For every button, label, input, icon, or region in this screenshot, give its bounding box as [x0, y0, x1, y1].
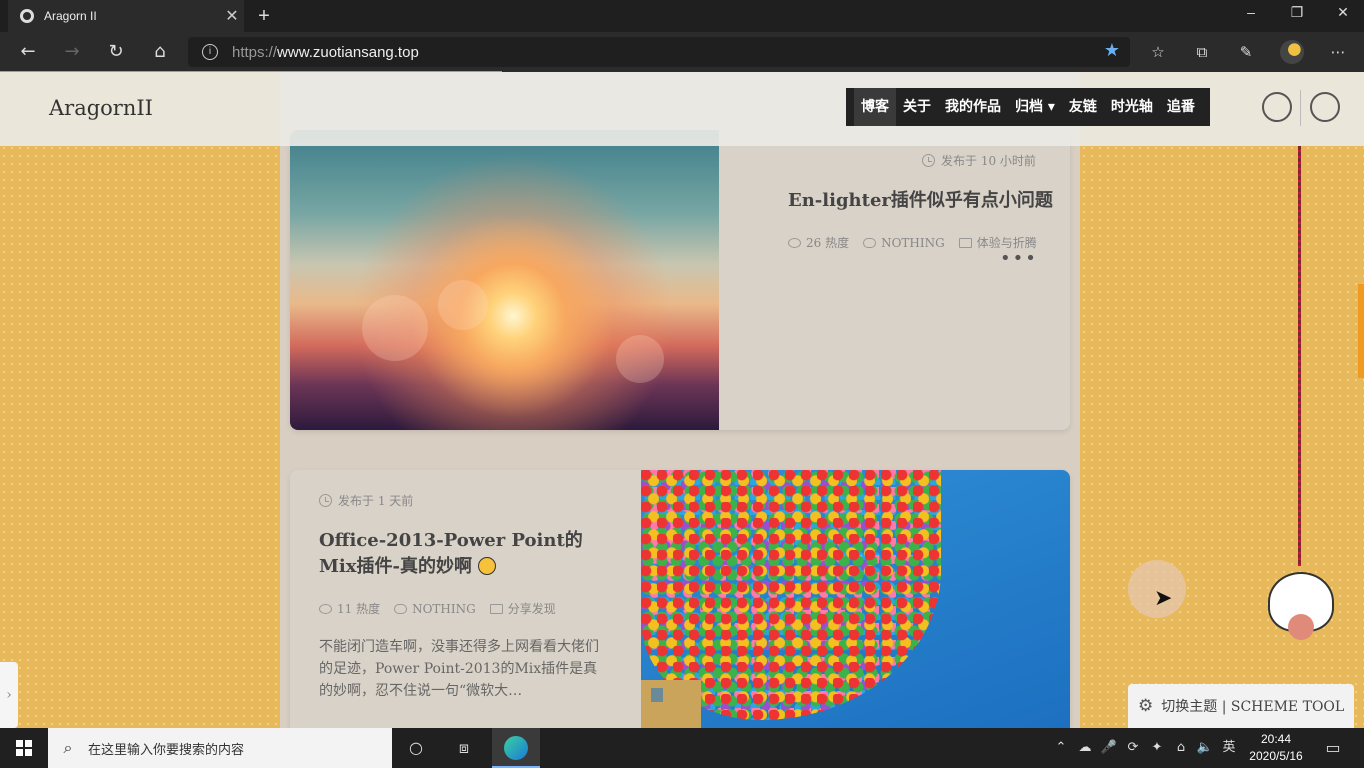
refresh-button[interactable]: ↻ [100, 38, 132, 66]
post-category[interactable]: 分享发现 [508, 600, 556, 617]
mouse-cursor-icon: ➤ [1154, 586, 1173, 611]
tray-expand-icon[interactable]: ⌃ [1052, 728, 1070, 768]
hanging-rope [1298, 146, 1301, 566]
more-dots-icon[interactable]: ••• [1000, 248, 1038, 269]
sidebar-toggle-button[interactable]: › [0, 662, 18, 728]
task-view-icon[interactable]: ⧈ [440, 728, 488, 768]
post-date-text: 发布于 10 小时前 [941, 154, 1036, 168]
post-card[interactable]: 发布于 1 天前 Office-2013-Power Point的Mix插件-真… [290, 470, 1070, 728]
minimize-button[interactable]: – [1228, 0, 1274, 32]
browser-tab[interactable]: Aragorn II ✕ [8, 0, 244, 32]
site-header: AragornII 博客 关于 我的作品 归档 ▾ 友链 时光轴 追番 [0, 72, 1364, 146]
post-comments[interactable]: NOTHING [412, 602, 476, 616]
windows-taskbar: ⌕ 在这里输入你要搜索的内容 ○ ⧈ ⌃ ☁ 🎤 ⟳ ✦ ⌂ 🔈 英 20:44… [0, 728, 1364, 768]
app-tray-icon[interactable]: ✦ [1146, 728, 1168, 768]
profile-avatar[interactable] [1280, 40, 1304, 64]
tab-close-button[interactable]: ✕ [220, 6, 244, 26]
user-icon[interactable] [1310, 92, 1340, 122]
post-meta: 11 热度 NOTHING 分享发现 [319, 600, 556, 617]
folder-icon [958, 237, 972, 248]
nav-archive[interactable]: 归档 ▾ [1008, 88, 1062, 126]
notification-icon[interactable]: ▭ [1318, 728, 1348, 768]
clock-time: 20:44 [1260, 732, 1292, 746]
clock-icon [319, 494, 332, 507]
favorite-star-icon[interactable]: ★ [1104, 40, 1120, 61]
taskbar-clock[interactable]: 20:44 2020/5/16 [1240, 731, 1312, 765]
main-nav: 博客 关于 我的作品 归档 ▾ 友链 时光轴 追番 [846, 88, 1210, 126]
browser-tab-bar: Aragorn II ✕ + – ❐ ✕ [0, 0, 1364, 32]
nav-works[interactable]: 我的作品 [938, 88, 1008, 126]
post-card[interactable]: 发布于 10 小时前 En-lighter插件似乎有点小问题 26 热度 NOT… [290, 130, 1070, 430]
microphone-icon[interactable]: 🎤 [1098, 728, 1120, 768]
eye-icon [319, 603, 332, 614]
nav-timeline[interactable]: 时光轴 [1104, 88, 1160, 126]
nav-anime[interactable]: 追番 [1160, 88, 1202, 126]
hanging-cat-ornament[interactable] [1268, 572, 1334, 640]
favorites-icon[interactable]: ☆ [1144, 38, 1172, 66]
comment-icon [394, 603, 408, 614]
scheme-tool-button[interactable]: ⚙ 切换主题 | SCHEME TOOL [1128, 684, 1354, 728]
site-info-icon[interactable]: i [202, 44, 218, 60]
ime-indicator[interactable]: 英 [1218, 728, 1240, 768]
more-options-icon[interactable]: ⋯ [1324, 38, 1352, 66]
cortana-icon[interactable]: ○ [392, 728, 440, 768]
nav-blog[interactable]: 博客 [854, 88, 896, 126]
address-bar[interactable]: i https:// www.zuotiansang.top ★ [188, 37, 1130, 67]
post-views: 11 热度 [337, 602, 381, 616]
search-icon: ⌕ [63, 738, 73, 757]
grinning-emoji-icon [478, 557, 497, 575]
post-date: 发布于 10 小时前 [922, 152, 1036, 169]
forward-button[interactable]: → [56, 38, 88, 66]
clock-icon [922, 154, 935, 167]
post-excerpt: 不能闭门造车啊，没事还得多上网看看大佬们的足迹，Power Point-2013… [319, 639, 599, 699]
new-tab-button[interactable]: + [252, 2, 276, 30]
start-button[interactable] [0, 728, 48, 768]
volume-icon[interactable]: 🔈 [1194, 728, 1216, 768]
scheme-tool-label: 切换主题 | SCHEME TOOL [1161, 699, 1345, 715]
folder-icon [489, 603, 503, 614]
edge-app-icon[interactable] [492, 728, 540, 768]
wifi-icon[interactable]: ⌂ [1170, 728, 1192, 768]
nav-about[interactable]: 关于 [896, 88, 938, 126]
post-thumbnail[interactable] [641, 470, 1070, 728]
comment-icon [863, 237, 877, 248]
home-button[interactable]: ⌂ [144, 38, 176, 66]
post-title[interactable]: Office-2013-Power Point的Mix插件-真的妙啊 [319, 528, 609, 580]
post-date: 发布于 1 天前 [319, 492, 413, 509]
gear-icon: ⚙ [1138, 696, 1154, 716]
post-comments[interactable]: NOTHING [881, 236, 945, 250]
github-icon [20, 9, 34, 23]
nav-links[interactable]: 友链 [1062, 88, 1104, 126]
url-protocol: https:// [232, 43, 278, 61]
restore-button[interactable]: ❐ [1274, 0, 1320, 32]
search-placeholder: 在这里输入你要搜索的内容 [88, 741, 245, 757]
onedrive-icon[interactable]: ☁ [1074, 728, 1096, 768]
post-date-text: 发布于 1 天前 [338, 494, 414, 508]
tab-title: Aragorn II [44, 9, 97, 23]
share-icon[interactable]: ✎ [1232, 38, 1260, 66]
post-thumbnail[interactable] [290, 130, 719, 430]
post-title-text[interactable]: Office-2013-Power Point的Mix插件-真的妙啊 [319, 530, 583, 577]
post-views: 26 热度 [806, 236, 850, 250]
url-host: www.zuotiansang.top [277, 43, 419, 61]
close-window-button[interactable]: ✕ [1320, 0, 1364, 32]
network-share-icon[interactable]: ⟳ [1122, 728, 1144, 768]
collections-icon[interactable]: ⧉ [1188, 38, 1216, 66]
header-divider [1300, 90, 1301, 126]
taskbar-search-input[interactable]: ⌕ 在这里输入你要搜索的内容 [48, 728, 392, 768]
clock-date: 2020/5/16 [1249, 749, 1303, 763]
post-title[interactable]: En-lighter插件似乎有点小问题 [788, 188, 1053, 214]
web-page: 发布于 10 小时前 En-lighter插件似乎有点小问题 26 热度 NOT… [0, 72, 1364, 728]
house-image [641, 680, 701, 728]
site-logo[interactable]: AragornII [49, 96, 153, 120]
search-icon[interactable] [1262, 92, 1292, 122]
back-button[interactable]: ← [12, 38, 44, 66]
eye-icon [788, 237, 801, 248]
scrollbar-thumb[interactable] [1358, 284, 1364, 378]
